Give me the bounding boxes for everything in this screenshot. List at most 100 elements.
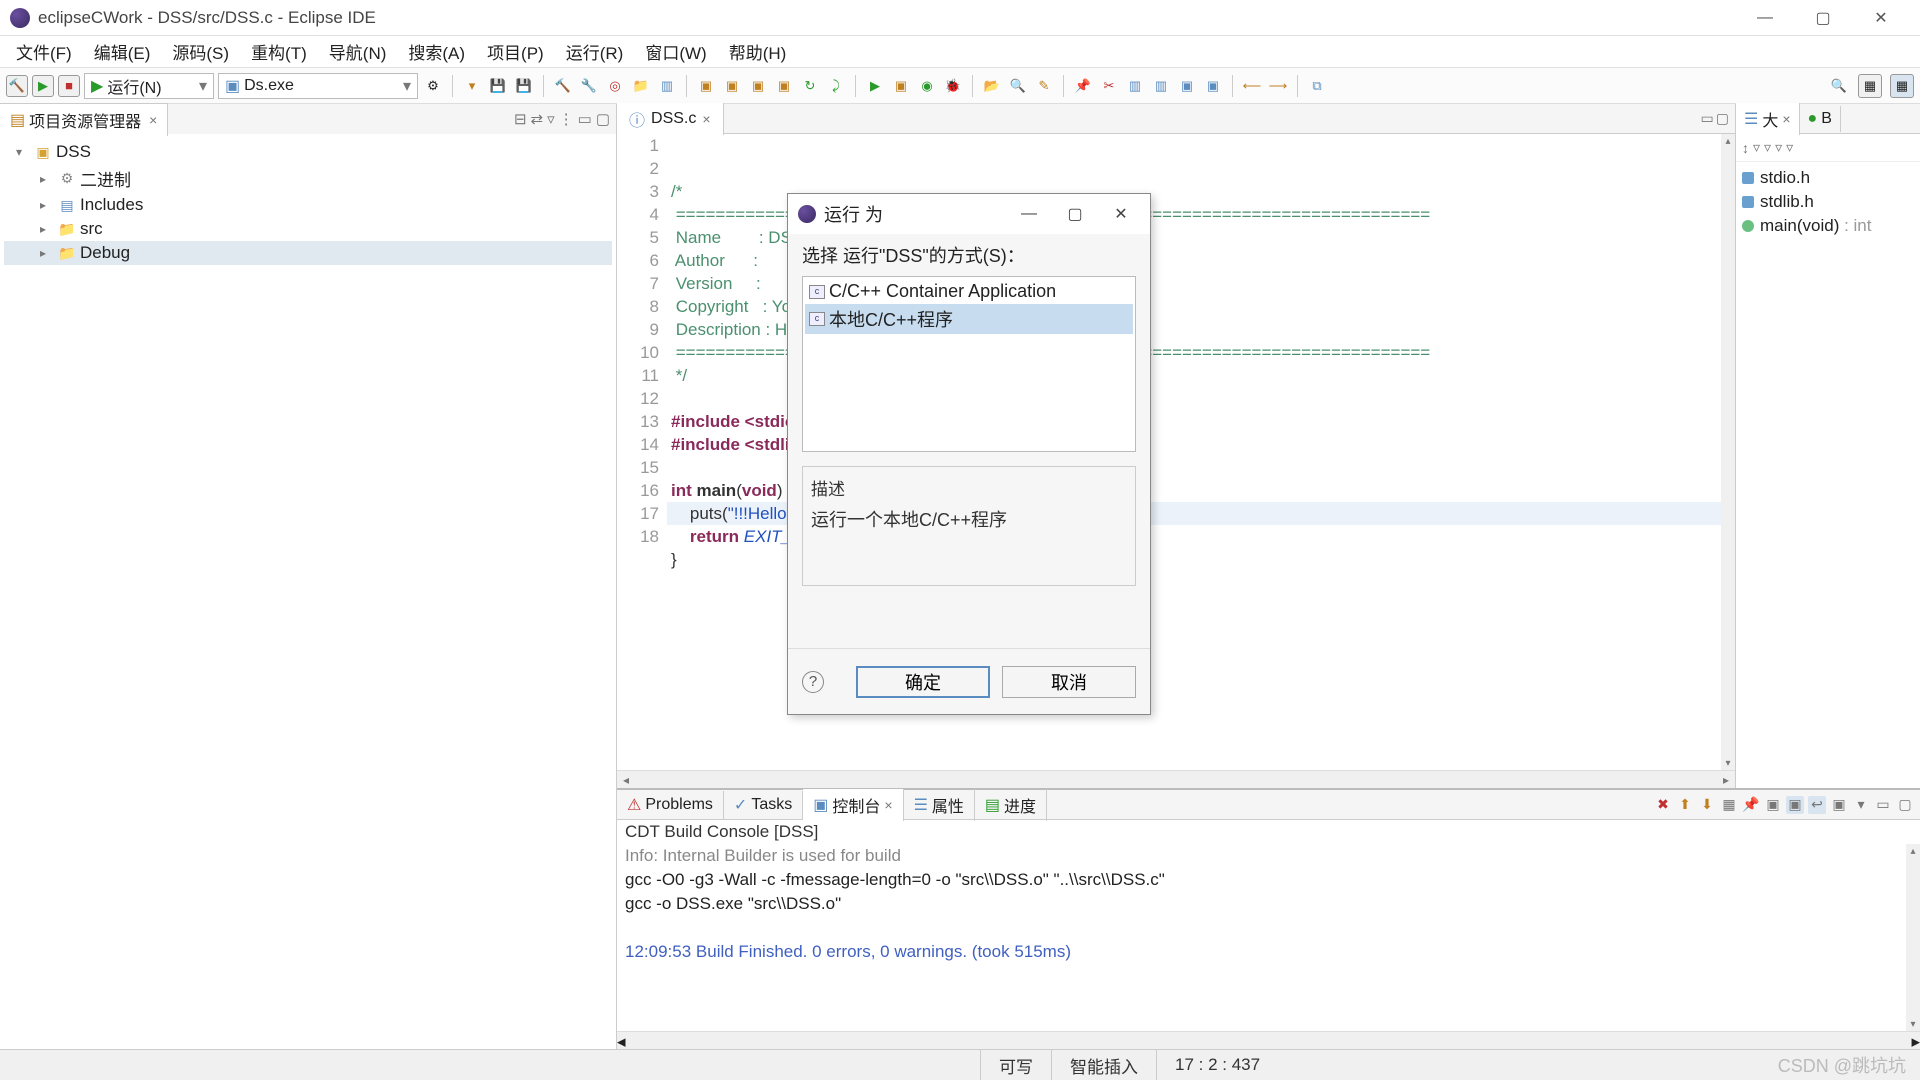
- outline-tab[interactable]: ☰大×: [1736, 103, 1800, 135]
- collapse-all-icon[interactable]: ⊟: [514, 110, 527, 128]
- window-maximize-button[interactable]: ▢: [1794, 0, 1852, 36]
- minimize-icon[interactable]: ▭: [578, 110, 592, 128]
- target-icon[interactable]: ◎: [604, 75, 626, 97]
- stop-button[interactable]: ■: [58, 75, 80, 97]
- task-icon[interactable]: ✎: [1033, 75, 1055, 97]
- tree-includes[interactable]: ▸▤Includes: [4, 193, 612, 217]
- dialog-close-button[interactable]: ✕: [1102, 199, 1140, 229]
- sort-icon[interactable]: ↕: [1742, 140, 1749, 156]
- menu-search[interactable]: 搜索(A): [398, 35, 475, 68]
- pin-icon[interactable]: 📌: [1072, 75, 1094, 97]
- menu-navigate[interactable]: 导航(N): [319, 35, 397, 68]
- open-console-icon[interactable]: ▾: [1852, 796, 1870, 814]
- max-panel-icon[interactable]: ▢: [1896, 796, 1914, 814]
- console-hscroll[interactable]: ◂▸: [617, 1031, 1920, 1049]
- filter3-icon[interactable]: ▿: [1775, 139, 1782, 156]
- menu-file[interactable]: 文件(F): [6, 35, 82, 68]
- skip-icon[interactable]: ⤸: [825, 75, 847, 97]
- close-icon[interactable]: ×: [1782, 111, 1790, 127]
- tree-binaries[interactable]: ▸⚙二进制: [4, 164, 612, 193]
- menu-project[interactable]: 项目(P): [477, 35, 554, 68]
- refresh-icon[interactable]: ↻: [799, 75, 821, 97]
- run-button[interactable]: ▶: [32, 75, 54, 97]
- outline-item-stdlib[interactable]: stdlib.h: [1742, 190, 1914, 214]
- layout3-icon[interactable]: ▣: [1176, 75, 1198, 97]
- run-mode-container[interactable]: cC/C++ Container Application: [805, 279, 1133, 304]
- menu-run[interactable]: 运行(R): [556, 35, 634, 68]
- filter4-icon[interactable]: ▿: [1786, 139, 1793, 156]
- box2-icon[interactable]: ▣: [721, 75, 743, 97]
- sheet-icon[interactable]: ▥: [656, 75, 678, 97]
- coverage-icon[interactable]: ▣: [890, 75, 912, 97]
- tab-progress[interactable]: ▤进度: [975, 789, 1047, 821]
- filter1-icon[interactable]: ▿: [1753, 139, 1760, 156]
- clear-console-icon[interactable]: ▦: [1720, 796, 1738, 814]
- saveall-icon[interactable]: 💾: [513, 75, 535, 97]
- layout2-icon[interactable]: ▥: [1150, 75, 1172, 97]
- open-perspective-button[interactable]: ▦: [1858, 74, 1882, 98]
- console-output[interactable]: Info: Internal Builder is used for build…: [617, 844, 1920, 1031]
- menu-source[interactable]: 源码(S): [162, 35, 239, 68]
- close-icon[interactable]: ×: [149, 112, 157, 128]
- tab-tasks[interactable]: ✓Tasks: [724, 791, 803, 819]
- window-close-button[interactable]: ✕: [1852, 0, 1910, 36]
- scroll-down-icon[interactable]: ⬇: [1698, 796, 1716, 814]
- run-mode-local[interactable]: c本地C/C++程序: [805, 304, 1133, 334]
- exe-combo[interactable]: ▣Ds.exe▾: [218, 73, 418, 99]
- vertical-scrollbar[interactable]: ▴▾: [1721, 134, 1735, 770]
- new-console-icon[interactable]: ▣: [1830, 796, 1848, 814]
- window-minimize-button[interactable]: —: [1736, 0, 1794, 36]
- filter2-icon[interactable]: ▿: [1764, 139, 1771, 156]
- outline-item-stdio[interactable]: stdio.h: [1742, 166, 1914, 190]
- outline-item-main[interactable]: main(void) : int: [1742, 214, 1914, 238]
- run-config-combo[interactable]: ▶运行(N)▾: [84, 73, 214, 99]
- help-icon[interactable]: ?: [802, 671, 824, 693]
- box4-icon[interactable]: ▣: [773, 75, 795, 97]
- tree-debug[interactable]: ▸📁Debug: [4, 241, 612, 265]
- minimize-icon[interactable]: ▭: [1701, 110, 1714, 127]
- debug-bug-icon[interactable]: 🐞: [942, 75, 964, 97]
- close-icon[interactable]: ×: [702, 111, 710, 127]
- wrap-icon[interactable]: ↩: [1808, 796, 1826, 814]
- editor-tab-dssc[interactable]: ⓘ DSS.c ×: [617, 103, 724, 135]
- folder-icon[interactable]: 📁: [630, 75, 652, 97]
- profile-icon[interactable]: ◉: [916, 75, 938, 97]
- project-explorer-tab[interactable]: ▤ 项目资源管理器 ×: [0, 103, 168, 136]
- ok-button[interactable]: 确定: [856, 666, 990, 698]
- build-button[interactable]: 🔨: [6, 75, 28, 97]
- min-panel-icon[interactable]: ▭: [1874, 796, 1892, 814]
- box3-icon[interactable]: ▣: [747, 75, 769, 97]
- scroll-up-icon[interactable]: ⬆: [1676, 796, 1694, 814]
- run-mode-list[interactable]: cC/C++ Container Application c本地C/C++程序: [802, 276, 1136, 452]
- dialog-minimize-button[interactable]: —: [1010, 199, 1048, 229]
- link-editor-icon[interactable]: ⇄: [531, 110, 544, 128]
- tab-problems[interactable]: ⚠Problems: [617, 791, 724, 819]
- maximize-icon[interactable]: ▢: [1716, 110, 1729, 127]
- cut-icon[interactable]: ✂: [1098, 75, 1120, 97]
- dialog-maximize-button[interactable]: ▢: [1056, 199, 1094, 229]
- tree-project-root[interactable]: ▾▣DSS: [4, 140, 612, 164]
- view-menu-icon[interactable]: ⋮: [559, 110, 574, 128]
- open-type-icon[interactable]: 📂: [981, 75, 1003, 97]
- search-toolbar-icon[interactable]: 🔍: [1828, 75, 1850, 97]
- tab-properties[interactable]: ☰属性: [904, 789, 975, 821]
- search-icon[interactable]: 🔍: [1007, 75, 1029, 97]
- breakpoint-tab[interactable]: ●B: [1800, 106, 1841, 132]
- newwin-icon[interactable]: ⧉: [1306, 75, 1328, 97]
- wrench-icon[interactable]: 🔧: [578, 75, 600, 97]
- gear-icon[interactable]: ⚙: [422, 75, 444, 97]
- horizontal-scrollbar[interactable]: ◂▸: [617, 770, 1735, 788]
- project-tree[interactable]: ▾▣DSS ▸⚙二进制 ▸▤Includes ▸📁src ▸📁Debug: [0, 134, 616, 1049]
- menu-edit[interactable]: 编辑(E): [84, 35, 161, 68]
- close-icon[interactable]: ×: [884, 797, 892, 813]
- remove-launch-icon[interactable]: ✖: [1654, 796, 1672, 814]
- tab-console[interactable]: ▣控制台×: [803, 789, 903, 821]
- new-dropdown-icon[interactable]: ▾: [461, 75, 483, 97]
- filter-icon[interactable]: ▿: [547, 110, 555, 128]
- build-hammer-icon[interactable]: 🔨: [552, 75, 574, 97]
- tree-src[interactable]: ▸📁src: [4, 217, 612, 241]
- forward-icon[interactable]: ⟶: [1267, 75, 1289, 97]
- save-icon[interactable]: 💾: [487, 75, 509, 97]
- debug-run-icon[interactable]: ▶: [864, 75, 886, 97]
- back-icon[interactable]: ⟵: [1241, 75, 1263, 97]
